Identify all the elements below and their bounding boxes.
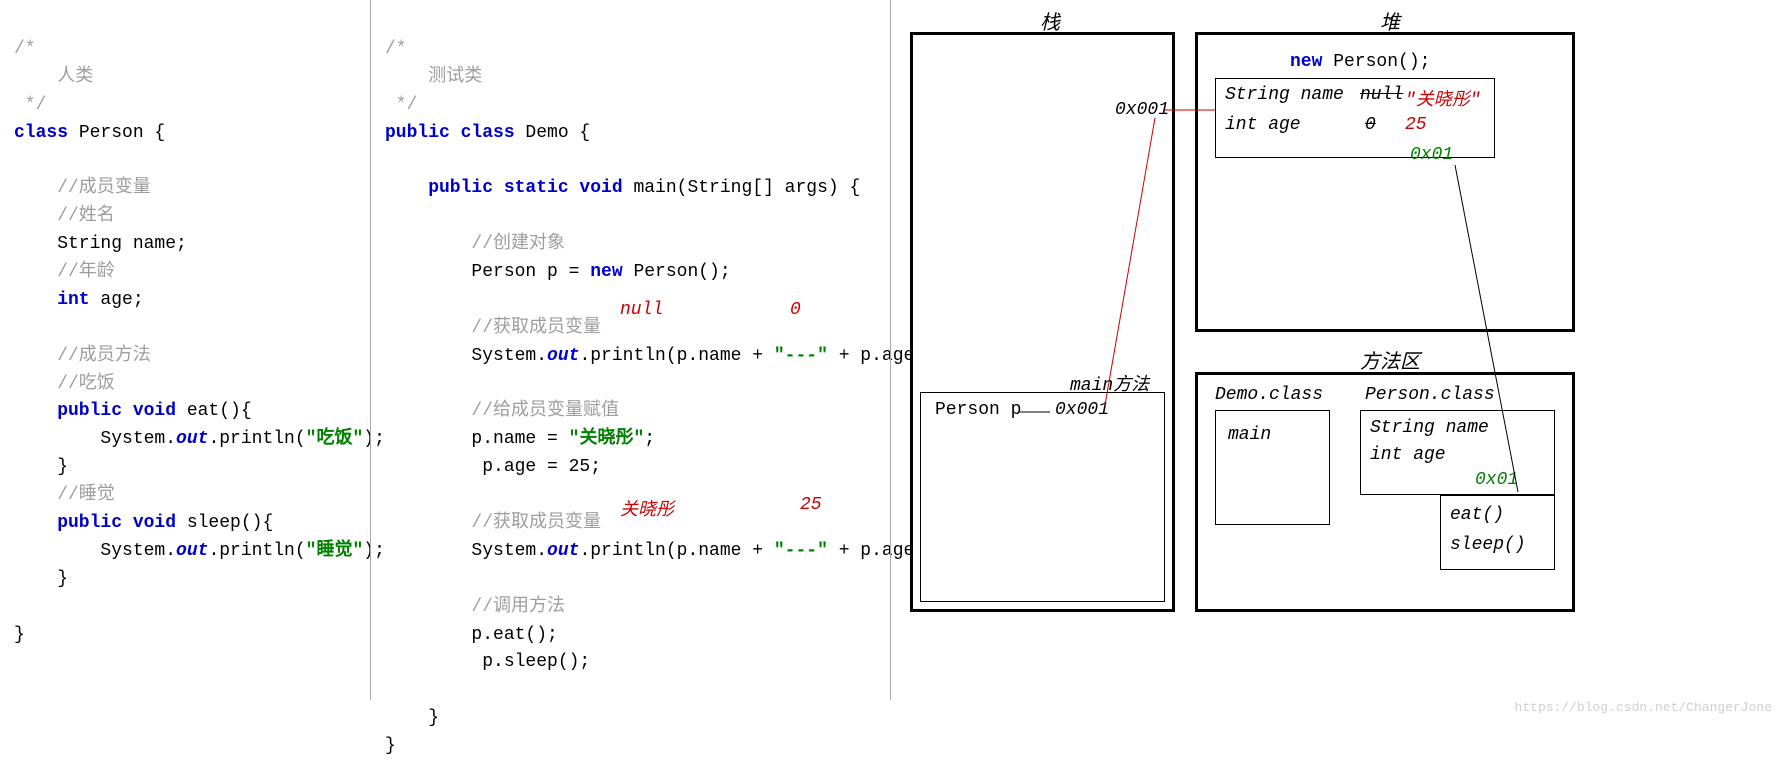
heap-null: null	[1360, 85, 1403, 105]
kw-out: out	[176, 541, 208, 561]
ma-demo-label: Demo.class	[1215, 385, 1323, 405]
code: .println(	[208, 541, 305, 561]
heap-new-person: new Person();	[1290, 52, 1430, 72]
code: sleep(){	[176, 513, 273, 533]
code: .println(	[208, 429, 305, 449]
kw-pv: public void	[14, 513, 176, 533]
code: eat(){	[176, 401, 252, 421]
comment: */	[14, 95, 46, 115]
str: "吃饭"	[306, 429, 364, 449]
code-panel-person: /* 人类 */ class Person { //成员变量 //姓名 Stri…	[0, 0, 370, 700]
comment: //创建对象	[385, 234, 565, 254]
code: p.eat();	[385, 625, 558, 645]
stack-addr: 0x001	[1115, 100, 1169, 120]
code: }	[385, 708, 439, 728]
comment: //睡觉	[14, 485, 115, 505]
heap-zero: 0	[1365, 115, 1376, 135]
code: }	[14, 569, 68, 589]
heap-25: 25	[1405, 115, 1427, 135]
kw-new: new	[590, 262, 622, 282]
code: Person {	[68, 123, 165, 143]
heap-gxt: "关晓彤"	[1405, 85, 1481, 111]
watermark: https://blog.csdn.net/ChangerJone	[1515, 700, 1772, 715]
kw-int: int	[14, 290, 90, 310]
str: "---"	[774, 541, 828, 561]
code: Person p =	[385, 262, 590, 282]
kw-out: out	[547, 346, 579, 366]
code: .println(p.name +	[579, 346, 773, 366]
kw-pc: public class	[385, 123, 515, 143]
kw-out: out	[547, 541, 579, 561]
kw-pv: public void	[14, 401, 176, 421]
heap-0x01: 0x01	[1410, 145, 1453, 165]
comment: //姓名	[14, 206, 115, 226]
comment: //吃饭	[14, 374, 115, 394]
ma-0x01: 0x01	[1475, 470, 1518, 490]
code: System.	[14, 541, 176, 561]
ma-main: main	[1228, 425, 1271, 445]
code: }	[14, 457, 68, 477]
code: ;	[644, 429, 655, 449]
code: }	[14, 625, 25, 645]
code: p.age = 25;	[385, 457, 601, 477]
comment: //成员方法	[14, 346, 151, 366]
code: System.	[14, 429, 176, 449]
comment: 人类	[14, 67, 93, 87]
code: System.	[385, 346, 547, 366]
code: age;	[90, 290, 144, 310]
comment: /*	[385, 39, 407, 59]
code: }	[385, 736, 396, 756]
code: Demo {	[515, 123, 591, 143]
code: p.name =	[385, 429, 569, 449]
code: .println(p.name +	[579, 541, 773, 561]
annotation-gxt: 关晓彤	[620, 495, 674, 521]
code: p.sleep();	[385, 652, 590, 672]
annotation-25: 25	[800, 495, 822, 515]
comment: //年龄	[14, 262, 115, 282]
annotation-null: null	[620, 300, 663, 320]
code-panel-demo: /* 测试类 */ public class Demo { public sta…	[370, 0, 890, 700]
str: "关晓彤"	[569, 429, 645, 449]
comment: //获取成员变量	[385, 318, 601, 338]
comment: 测试类	[385, 67, 482, 87]
stack-personp: Person p	[935, 400, 1021, 420]
divider	[890, 0, 891, 700]
comment: //获取成员变量	[385, 513, 601, 533]
heap-string-name: String name	[1225, 85, 1344, 105]
comment: //调用方法	[385, 597, 565, 617]
comment: /*	[14, 39, 36, 59]
code: Person();	[623, 262, 731, 282]
str: "---"	[774, 346, 828, 366]
annotation-0: 0	[790, 300, 801, 320]
stack-frame	[920, 392, 1165, 602]
code: String name;	[14, 234, 187, 254]
comment: //给成员变量赋值	[385, 401, 619, 421]
kw-class: class	[14, 123, 68, 143]
label-method-area: 方法区	[1330, 345, 1450, 375]
kw-out: out	[176, 429, 208, 449]
heap-int-age: int age	[1225, 115, 1301, 135]
stack-pval: 0x001	[1055, 400, 1109, 420]
kw-psvm: public static void	[385, 178, 623, 198]
comment: */	[385, 95, 417, 115]
code: System.	[385, 541, 547, 561]
ma-eat: eat()	[1450, 505, 1504, 525]
code: main(String[] args) {	[623, 178, 861, 198]
ma-person-label: Person.class	[1365, 385, 1495, 405]
comment: //成员变量	[14, 178, 151, 198]
heap-box	[1195, 32, 1575, 332]
ma-int-age: int age	[1370, 445, 1446, 465]
ma-string-name: String name	[1370, 418, 1489, 438]
str: "睡觉"	[306, 541, 364, 561]
ma-sleep: sleep()	[1450, 535, 1526, 555]
